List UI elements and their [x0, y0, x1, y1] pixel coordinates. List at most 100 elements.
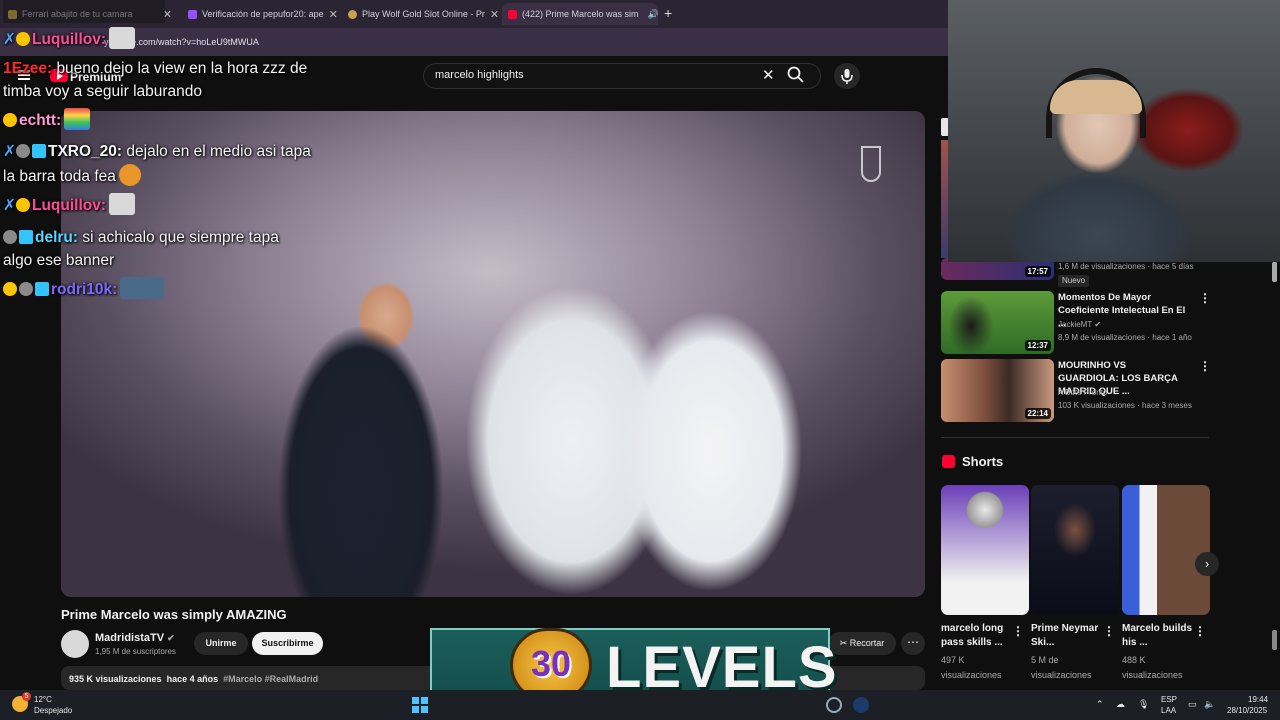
more-options-icon[interactable]: ⋮: [1103, 624, 1115, 638]
voice-search-button[interactable]: [834, 63, 860, 89]
join-button[interactable]: Unirme: [194, 632, 248, 655]
verified-check-icon: ✔: [167, 633, 175, 643]
weather-badge: 5: [22, 692, 31, 701]
recommended-meta: 1,6 M de visualizaciones · hace 5 días: [1058, 262, 1194, 271]
clear-search-icon[interactable]: ✕: [762, 66, 775, 84]
more-actions-button[interactable]: ⋯: [901, 632, 925, 655]
chat-emote-image: [118, 164, 141, 186]
short-views: 488 K visualizaciones: [1122, 655, 1183, 680]
moderator-sword-icon: ✗: [3, 31, 16, 48]
video-duration: 22:14: [1024, 408, 1051, 419]
tray-chevron-up-icon[interactable]: ⌃: [1096, 699, 1104, 709]
steam-icon[interactable]: [853, 697, 869, 713]
more-options-icon[interactable]: ⋮: [1012, 624, 1024, 638]
windows-start-icon[interactable]: [412, 697, 428, 713]
tray-app-icon[interactable]: ☁: [1116, 699, 1125, 709]
video-duration: 17:57: [1024, 266, 1051, 277]
recommended-thumbnail[interactable]: 22:14: [941, 359, 1054, 422]
keyboard-layout[interactable]: LAA: [1161, 706, 1176, 716]
chat-message: ✗ Luquillov:: [3, 27, 136, 51]
short-views: 497 K visualizaciones: [941, 655, 1002, 680]
chat-message-continuation: algo ese banner: [3, 252, 115, 269]
chat-message: ✗ TXRO_20: dejalo en el medio asi tapa: [3, 143, 311, 160]
more-options-icon[interactable]: ⋮: [1199, 291, 1211, 305]
recommended-channel[interactable]: A Bote Pronto: [1058, 387, 1107, 399]
subscribe-button[interactable]: Suscribirme: [252, 632, 323, 655]
upload-age: hace 4 años: [166, 674, 219, 684]
recommended-meta: 8,9 M de visualizaciones · hace 1 año: [1058, 333, 1192, 342]
sub-badge-icon: [16, 32, 30, 46]
hashtags: #Marcelo #RealMadrid: [223, 674, 319, 684]
shorts-next-chevron-icon[interactable]: ›: [1195, 552, 1219, 576]
video-player[interactable]: [61, 111, 925, 597]
clock-time[interactable]: 19:44: [1248, 695, 1268, 705]
shorts-heading: Shorts: [962, 454, 1004, 469]
gem-badge-icon: [19, 230, 33, 244]
chat-emote-image: [109, 193, 136, 215]
verified-check-icon: ✔: [1094, 320, 1102, 329]
browser-tab[interactable]: Verificación de pepufor20: ape ✕: [182, 3, 338, 25]
short-views: 5 M de visualizaciones: [1031, 655, 1092, 680]
language-code[interactable]: ESP: [1161, 695, 1177, 705]
divider: [941, 437, 1209, 438]
browser-tab-active[interactable]: (422) Prime Marcelo was sim 🔊 ✕: [502, 3, 658, 25]
search-icon: [787, 66, 804, 83]
more-options-icon[interactable]: ⋮: [1199, 359, 1211, 373]
short-thumbnail[interactable]: [941, 485, 1029, 615]
chat-message: delru: si achicalo que siempre tapa: [3, 226, 279, 249]
scrollbar-thumb[interactable]: [1272, 630, 1277, 650]
recommended-channel[interactable]: JackieMT ✔: [1058, 319, 1101, 331]
new-tab-plus-icon[interactable]: +: [664, 5, 672, 21]
badge-icon: [3, 230, 17, 244]
windows-taskbar: [0, 690, 1280, 720]
speaker-icon[interactable]: 🔊: [648, 9, 658, 20]
short-title[interactable]: Marcelo builds his ...: [1122, 622, 1200, 650]
recommended-thumbnail[interactable]: 12:37: [941, 291, 1054, 354]
weather-temp[interactable]: 12°C: [34, 695, 52, 705]
chat-message: 1Ezee: bueno dejo la view en la hora zzz…: [3, 60, 308, 77]
gem-badge-icon: [35, 282, 49, 296]
volume-icon[interactable]: 🔈: [1204, 699, 1215, 709]
sub-badge-icon: [3, 113, 17, 127]
browser-tab[interactable]: Play Wolf Gold Slot Online - Pr ✕: [342, 3, 498, 25]
short-thumbnail[interactable]: [1122, 485, 1210, 615]
tab-label: Verificación de pepufor20: ape: [202, 9, 324, 19]
view-count: 935 K visualizaciones: [69, 674, 162, 684]
close-icon[interactable]: ✕: [490, 8, 498, 21]
chat-message: echtt:: [3, 108, 91, 132]
weather-desc[interactable]: Despejado: [34, 706, 72, 716]
sub-badge-icon: [16, 198, 30, 212]
gem-badge-icon: [32, 144, 46, 158]
scrollbar-thumb[interactable]: [1272, 262, 1277, 282]
microphone-tray-icon[interactable]: 🎙: [1138, 699, 1149, 709]
new-badge: Nuevo: [1058, 275, 1090, 287]
clip-button[interactable]: ✂ Recortar: [828, 632, 896, 655]
channel-avatar[interactable]: [61, 630, 89, 658]
tab-label: Play Wolf Gold Slot Online - Pr: [362, 9, 485, 19]
search-input[interactable]: marcelo highlights: [435, 69, 524, 81]
close-icon[interactable]: ✕: [329, 8, 338, 21]
recommended-meta: 103 K visualizaciones · hace 3 meses: [1058, 401, 1192, 410]
network-icon[interactable]: ▭: [1188, 699, 1197, 709]
badge-icon: [16, 144, 30, 158]
shorts-icon: [942, 455, 955, 468]
chat-emote-image: [64, 108, 91, 130]
microphone-icon: [841, 69, 853, 84]
description-meta: 935 K visualizaciones hace 4 años #Marce…: [69, 674, 318, 684]
moderator-sword-icon: ✗: [3, 143, 16, 160]
short-title[interactable]: Prime Neymar Ski...: [1031, 622, 1109, 650]
sub-badge-icon: [3, 282, 17, 296]
more-options-icon[interactable]: ⋮: [1194, 624, 1206, 638]
obs-icon[interactable]: [826, 697, 842, 713]
chat-message-continuation: la barra toda fea: [3, 164, 141, 188]
short-thumbnail[interactable]: [1031, 485, 1119, 615]
clock-date[interactable]: 28/10/2025: [1227, 706, 1267, 716]
real-madrid-crest-icon: [861, 146, 881, 182]
channel-name[interactable]: MadridistaTV ✔: [95, 632, 175, 644]
scissors-icon: ✂: [839, 638, 848, 648]
search-button[interactable]: [786, 65, 818, 87]
short-title[interactable]: marcelo long pass skills ...: [941, 622, 1019, 650]
streamer-hair: [1050, 80, 1142, 114]
tab-label: (422) Prime Marcelo was sim: [522, 9, 639, 19]
chat-emote-image: [120, 277, 165, 299]
